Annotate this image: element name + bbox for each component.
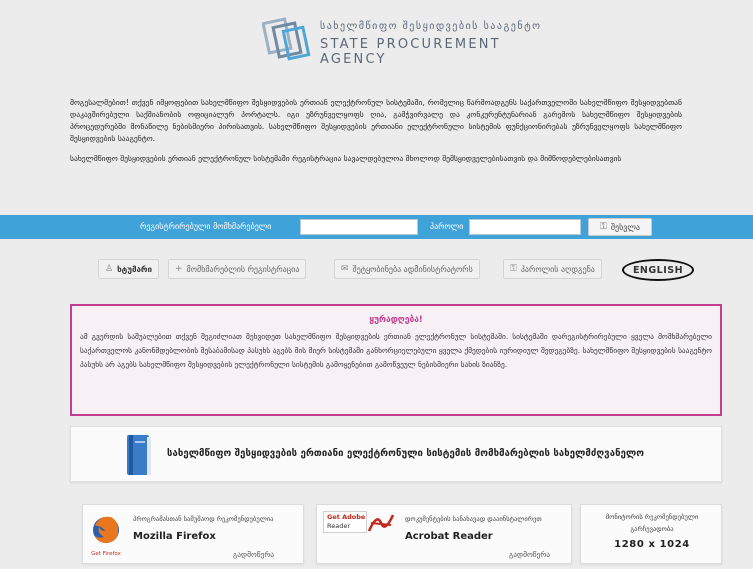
warning-text: ამ გვერდის საშუალებით თქვენ შეგიძლიათ შე… xyxy=(80,332,712,369)
acrobat-card: Get Adobe Reader დოკუმენტების სანახავად … xyxy=(316,504,572,564)
warning-title: ყურადღება! xyxy=(369,315,423,325)
book-icon xyxy=(127,435,151,475)
firefox-card: Get Firefox პროგრამასთან სამუშაოდ რეკომე… xyxy=(82,504,304,564)
adobe-badge-line1: Get Adobe xyxy=(327,513,366,521)
key-icon: ⚿ xyxy=(510,264,517,274)
agency-name-ka: სახელმწიფო შესყიდვების სააგენტო xyxy=(320,21,542,32)
adobe-reader-icon[interactable]: Get Adobe Reader xyxy=(323,511,395,541)
nav-recover-password-label: პაროლის აღდგენა xyxy=(520,264,595,274)
nav-contact-admin-label: შეტყობინება ადმინისტრატორს xyxy=(352,264,473,274)
intro-paragraph-2: სახელმწიფო შესყიდვების ერთიან ელექტრონულ… xyxy=(70,154,622,163)
adobe-swirl-icon xyxy=(367,514,395,532)
warning-box: ყურადღება! ამ გვერდის საშუალებით თქვენ შ… xyxy=(70,304,722,416)
intro-paragraph-1: მოგესალმებით! თქვენ იმყოფებით სახელმწიფო… xyxy=(70,98,682,143)
nav-register-label: მომხმარებლის რეგისტრაცია xyxy=(186,264,300,274)
acrobat-subtitle: დოკუმენტების სანახავად დააინსტალირეთ xyxy=(405,515,542,523)
plus-icon: + xyxy=(175,264,183,274)
resolution-card: მონიტორის რეკომენდებული გარჩევადობა 1280… xyxy=(580,504,722,564)
agency-logo[interactable]: სახელმწიფო შესყიდვების სააგენტო STATE PR… xyxy=(262,13,562,73)
acrobat-name: Acrobat Reader xyxy=(405,531,493,542)
nav-home[interactable]: ♙ ხტუმარი xyxy=(98,259,160,279)
login-button[interactable]: ⚿ შესვლა xyxy=(588,218,652,236)
nav-home-label: ხტუმარი xyxy=(117,264,153,274)
resolution-value: 1280 x 1024 xyxy=(614,539,690,550)
language-english-link[interactable]: ENGLISH xyxy=(622,259,694,281)
key-icon: ⚿ xyxy=(600,222,607,232)
adobe-badge-line2: Reader xyxy=(327,522,351,530)
resolution-line1: მონიტორის რეკომენდებული xyxy=(605,513,699,521)
firefox-name: Mozilla Firefox xyxy=(133,531,216,542)
acrobat-download-link[interactable]: გადმოწერა xyxy=(509,550,550,559)
username-label: რეგისტრირებული მომხმარებელი xyxy=(140,222,272,231)
user-manual-link[interactable]: სახელმწიფო შესყიდვების ერთიანი ელექტრონუ… xyxy=(70,426,722,482)
user-icon: ♙ xyxy=(105,264,114,274)
username-input[interactable] xyxy=(300,219,418,235)
intro-text: მოგესალმებით! თქვენ იმყოფებით სახელმწიფო… xyxy=(70,97,682,173)
login-bar: რეგისტრირებული მომხმარებელი პაროლი ⚿ შეს… xyxy=(0,215,753,239)
message-icon: ✉ xyxy=(341,264,349,274)
resolution-line2: გარჩევადობა xyxy=(630,525,674,533)
firefox-icon[interactable] xyxy=(91,513,121,547)
nav-register[interactable]: + მომხმარებლის რეგისტრაცია xyxy=(168,259,307,279)
firefox-badge: Get Firefox xyxy=(91,551,121,557)
agency-name-en: STATE PROCUREMENT AGENCY xyxy=(320,37,501,67)
password-label: პაროლი xyxy=(430,222,464,231)
nav-contact-admin[interactable]: ✉ შეტყობინება ადმინისტრატორს xyxy=(334,259,480,279)
password-input[interactable] xyxy=(469,219,581,235)
firefox-download-link[interactable]: გადმოწერა xyxy=(233,550,274,559)
nav-recover-password[interactable]: ⚿ პაროლის აღდგენა xyxy=(503,259,602,279)
user-manual-label: სახელმწიფო შესყიდვების ერთიანი ელექტრონუ… xyxy=(167,448,645,459)
login-button-label: შესვლა xyxy=(610,222,640,232)
firefox-subtitle: პროგრამასთან სამუშაოდ რეკომენდებულია xyxy=(133,515,274,523)
agency-logo-icon xyxy=(262,17,311,61)
